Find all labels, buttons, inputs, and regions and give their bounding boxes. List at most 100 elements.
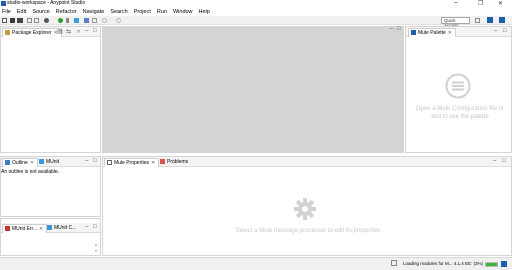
tab-munit-coverage[interactable]: MUnit C... [45, 224, 79, 233]
menu-refactor[interactable]: Refactor [56, 9, 77, 15]
maximize-view-icon[interactable]: □ [502, 158, 506, 164]
tab-munit-errors[interactable]: MUnit Err... ✕ [2, 224, 48, 233]
close-button[interactable]: ✕ [498, 0, 503, 7]
status-bar: Loading modules for M... 4.1.4 EE: (3%) [0, 257, 512, 270]
palette-hint: Open a Mule Configuration file or test t… [415, 106, 505, 120]
maximize-button[interactable]: ❐ [478, 0, 483, 7]
palette-menu-icon [445, 73, 471, 99]
tab-mule-properties[interactable]: Mule Properties ✕ [104, 158, 160, 167]
outline-label: Outline [12, 160, 28, 166]
menu-bar: File Edit Source Refactor Navigate Searc… [0, 8, 512, 16]
run-icon[interactable] [58, 18, 63, 23]
munit-label: MUnit [46, 159, 60, 165]
back-icon[interactable] [102, 18, 107, 23]
close-tab-icon[interactable]: ✕ [448, 30, 452, 36]
package-explorer-label: Package Explorer [12, 30, 52, 36]
palette-icon [411, 30, 416, 35]
mule-perspective-icon[interactable] [487, 17, 493, 23]
properties-icon [107, 160, 112, 165]
open-type-icon[interactable] [84, 18, 89, 23]
menu-search[interactable]: Search [110, 9, 127, 15]
progress-view-icon[interactable] [501, 261, 507, 267]
outline-icon [5, 160, 10, 165]
close-tab-icon[interactable]: ✕ [151, 160, 155, 166]
properties-icon[interactable] [34, 18, 39, 23]
munit-errors-label: MUnit Err... [12, 226, 38, 232]
problems-icon [160, 159, 165, 164]
package-explorer-tabbar: Package Explorer ✕ ▤ ⇆ ▿ – □ [1, 27, 100, 37]
mule-palette-label: Mule Palette [418, 30, 446, 36]
editor-maximize-icon[interactable]: □ [397, 26, 401, 32]
tab-problems[interactable]: Problems [158, 158, 191, 167]
editor-minimize-icon[interactable]: – [390, 26, 393, 32]
properties-hint: Select a Mule message processor to edit … [235, 228, 381, 234]
deploy-icon[interactable] [74, 18, 79, 23]
problems-label: Problems [167, 159, 189, 165]
progress-fill [486, 263, 497, 266]
maximize-view-icon[interactable]: □ [93, 28, 97, 34]
maximize-view-icon[interactable]: □ [93, 158, 97, 164]
scroll-down-icon[interactable]: ▾ [95, 248, 97, 253]
maximize-view-icon[interactable]: □ [503, 28, 507, 34]
minimize-button[interactable]: – [454, 0, 458, 6]
java-perspective-icon[interactable] [499, 17, 505, 23]
tab-package-explorer[interactable]: Package Explorer ✕ [2, 28, 62, 37]
minimize-view-icon[interactable]: – [494, 28, 497, 34]
progress-bar [485, 262, 498, 267]
run-menu-icon[interactable] [66, 18, 69, 23]
app-icon [1, 1, 6, 6]
menu-source[interactable]: Source [32, 9, 49, 15]
minimize-view-icon[interactable]: – [85, 28, 88, 34]
editor-area[interactable]: – □ [102, 26, 404, 153]
save-all-icon[interactable] [17, 18, 23, 23]
link-editor-icon[interactable]: ⇆ [66, 28, 71, 35]
munit-coverage-icon [47, 225, 52, 230]
view-menu-icon[interactable]: ▿ [77, 28, 80, 35]
minimize-view-icon[interactable]: – [85, 224, 88, 230]
menu-navigate[interactable]: Navigate [83, 9, 105, 15]
scroll-up-icon[interactable]: ▴ [95, 242, 97, 247]
tab-munit[interactable]: MUnit [37, 158, 62, 167]
toolbar: Quick Access [0, 16, 512, 28]
gear-icon [294, 198, 316, 220]
window-title: studio-workspace - Anypoint Studio [7, 0, 86, 6]
tab-outline[interactable]: Outline ✕ [2, 158, 39, 167]
quick-access-input[interactable]: Quick Access [441, 17, 470, 28]
munit-icon [39, 159, 44, 164]
outline-message: An outline is not available. [1, 169, 60, 175]
forward-icon[interactable] [116, 18, 121, 23]
minimize-view-icon[interactable]: – [85, 158, 88, 164]
new-icon[interactable] [2, 18, 7, 23]
menu-help[interactable]: Help [199, 9, 210, 15]
save-icon[interactable] [10, 18, 15, 23]
open-perspective-icon[interactable] [475, 18, 480, 23]
properties-tabbar: Mule Properties ✕ Problems – □ [103, 157, 511, 167]
close-tab-icon[interactable]: ✕ [39, 226, 43, 232]
munit-tabbar: MUnit Err... ✕ MUnit C... – □ [1, 223, 100, 233]
package-explorer-panel: Package Explorer ✕ ▤ ⇆ ▿ – □ [0, 26, 101, 153]
mule-properties-label: Mule Properties [114, 160, 150, 166]
munit-error-icon [5, 226, 10, 231]
munit-panel: MUnit Err... ✕ MUnit C... – □ ▴ ▾ [0, 218, 101, 256]
package-icon [5, 30, 10, 35]
close-tab-icon[interactable]: ✕ [30, 160, 34, 166]
collapse-all-icon[interactable]: ▤ [57, 28, 63, 35]
properties-panel: Mule Properties ✕ Problems – □ Select a M… [102, 156, 512, 256]
menu-file[interactable]: File [2, 9, 11, 15]
outline-tabbar: Outline ✕ MUnit – □ [1, 157, 100, 167]
status-icon [391, 260, 397, 266]
title-bar: studio-workspace - Anypoint Studio – ❐ ✕ [0, 0, 512, 8]
munit-coverage-label: MUnit C... [54, 225, 77, 231]
tab-mule-palette[interactable]: Mule Palette ✕ [408, 28, 456, 37]
menu-edit[interactable]: Edit [17, 9, 26, 15]
menu-window[interactable]: Window [173, 9, 193, 15]
minimize-view-icon[interactable]: – [493, 158, 496, 164]
menu-project[interactable]: Project [134, 9, 151, 15]
status-text: Loading modules for M... 4.1.4 EE: (3%) [403, 261, 484, 266]
maximize-view-icon[interactable]: □ [93, 224, 97, 230]
mule-palette-panel: Mule Palette ✕ – □ Open a Mule Configurat… [405, 26, 512, 153]
print-icon[interactable] [27, 18, 32, 23]
menu-run[interactable]: Run [157, 9, 167, 15]
debug-icon[interactable] [44, 18, 49, 23]
search-icon[interactable] [92, 18, 97, 23]
